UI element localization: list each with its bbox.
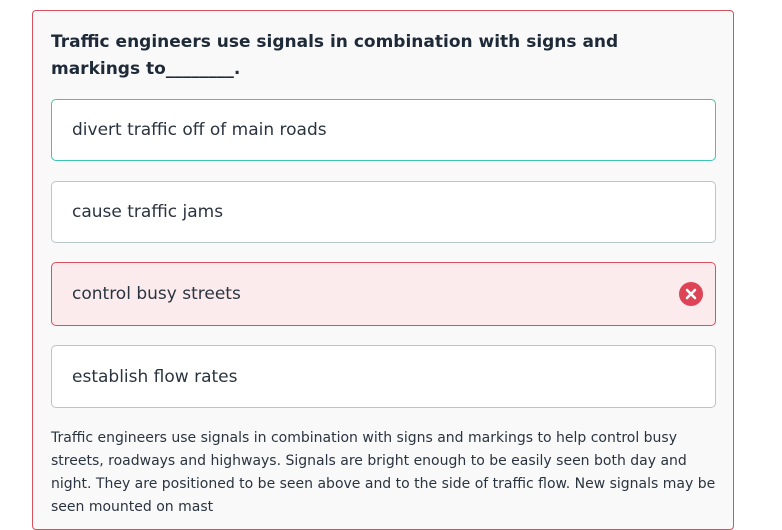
answer-option-label: control busy streets xyxy=(72,284,241,304)
question-text: Traffic engineers use signals in combina… xyxy=(51,32,619,79)
x-circle-icon xyxy=(679,282,703,306)
answer-option-label: establish flow rates xyxy=(72,366,238,387)
answer-option-4[interactable]: establish flow rates xyxy=(51,345,716,408)
question-card: Traffic engineers use signals in combina… xyxy=(32,10,734,530)
answer-option-1[interactable]: divert traffic off of main roads xyxy=(51,99,716,161)
explanation-text: Traffic engineers use signals in combina… xyxy=(51,430,716,515)
answer-option-3[interactable]: control busy streets xyxy=(51,262,716,326)
answer-option-label: cause traffic jams xyxy=(72,202,224,222)
answer-option-label: divert traffic off of main roads xyxy=(72,120,327,140)
answer-option-2[interactable]: cause traffic jams xyxy=(51,181,716,243)
